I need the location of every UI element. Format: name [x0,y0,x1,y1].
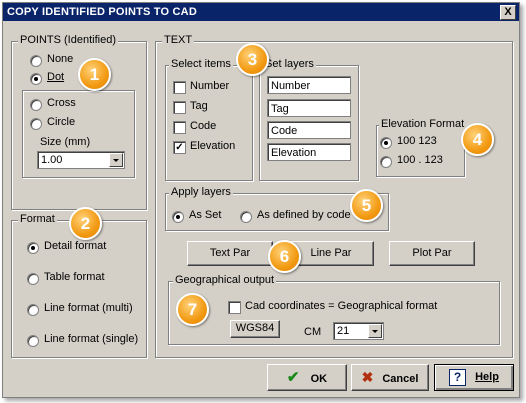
number-check-label: Number [190,80,230,92]
elevation-format-opt2-label: 100 . 123 [397,154,443,166]
help-label: Help [475,371,499,383]
elevation-format-label: Elevation Format [379,118,467,130]
help-icon: ? [449,368,467,386]
points-circle-label: Circle [47,116,76,128]
layer-code-field[interactable]: Code [267,121,351,139]
wgs84-button[interactable]: WGS84 [230,320,280,338]
plot-par-button[interactable]: Plot Par [389,241,475,266]
window-title: COPY IDENTIFIED POINTS TO CAD [7,6,197,18]
text-par-button[interactable]: Text Par [187,241,273,266]
elevation-check-label: Elevation [190,140,236,152]
ok-button[interactable]: ✔ OK [267,364,347,391]
points-dot-radio[interactable] [30,73,42,85]
elevation-format-opt1-label: 100 123 [397,135,437,147]
badge-4: 4 [461,123,494,156]
format-line-single-label: Line format (single) [44,333,139,345]
apply-as-defined-radio[interactable] [240,211,252,223]
elevation-format-group: Elevation Format [376,118,467,177]
title-bar: COPY IDENTIFIED POINTS TO CAD X [3,3,519,21]
badge-2: 2 [69,207,102,240]
cm-value: 21 [337,325,350,337]
geo-output-label: Geographical output [173,274,277,286]
format-detail-label: Detail format [44,240,107,252]
set-layers-label: Set layers [263,58,316,70]
elevation-checkbox[interactable]: ✓ [173,141,186,154]
apply-as-defined-label: As defined by code [257,209,351,221]
line-par-button[interactable]: Line Par [288,241,374,266]
format-group-label: Format [18,213,57,225]
check-icon: ✔ [286,369,300,386]
apply-as-set-radio[interactable] [172,211,184,223]
cm-combo[interactable]: 21 [333,322,384,340]
elevation-format-opt1-radio[interactable] [380,137,392,149]
close-button[interactable]: X [500,5,516,20]
cross-icon: ✖ [361,369,374,385]
apply-layers-label: Apply layers [169,186,233,198]
badge-6: 6 [268,240,301,273]
chevron-down-icon[interactable] [368,324,382,338]
layer-tag-field[interactable]: Tag [267,99,351,117]
badge-7: 7 [176,293,209,326]
format-line-single-radio[interactable] [27,335,39,347]
tag-check-label: Tag [190,100,208,112]
format-detail-radio[interactable] [27,242,39,254]
size-label: Size (mm) [40,136,91,148]
line-par-label: Line Par [310,247,352,259]
points-none-label: None [47,53,74,65]
layer-elevation-field[interactable]: Elevation [267,143,351,161]
cancel-button[interactable]: ✖ Cancel [351,364,429,391]
code-check-label: Code [190,120,217,132]
format-table-radio[interactable] [27,273,39,285]
layer-number-field[interactable]: Number [267,76,351,94]
apply-as-set-label: As Set [189,209,222,221]
cad-coordinates-checkbox[interactable] [228,301,241,314]
elevation-format-opt2-radio[interactable] [380,156,392,168]
size-value: 1.00 [41,154,63,166]
ok-label: OK [310,373,328,385]
cad-coordinates-label: Cad coordinates = Geographical format [245,300,438,312]
points-none-radio[interactable] [30,55,42,67]
code-checkbox[interactable] [173,121,186,134]
points-circle-radio[interactable] [30,118,42,130]
help-button[interactable]: ? Help [434,364,514,391]
select-items-label: Select items [169,58,233,70]
format-table-label: Table format [44,271,105,283]
cm-label: CM [304,326,322,338]
chevron-down-icon[interactable] [109,153,123,167]
text-group-label: TEXT [162,34,195,46]
wgs84-label: WGS84 [235,322,275,334]
points-cross-label: Cross [47,97,76,109]
number-checkbox[interactable] [173,81,186,94]
cancel-label: Cancel [382,373,419,385]
badge-5: 5 [350,189,383,222]
plot-par-label: Plot Par [412,247,452,259]
format-line-multi-radio[interactable] [27,304,39,316]
size-combo[interactable]: 1.00 [37,151,125,169]
points-dot-label: Dot [47,71,65,83]
dialog-window: COPY IDENTIFIED POINTS TO CAD X POINTS (… [2,2,520,398]
text-par-label: Text Par [209,247,251,259]
badge-3: 3 [236,43,269,76]
points-cross-radio[interactable] [30,99,42,111]
tag-checkbox[interactable] [173,101,186,114]
format-line-multi-label: Line format (multi) [44,302,133,314]
badge-1: 1 [78,58,111,91]
points-group-label: POINTS (Identified) [18,34,118,46]
